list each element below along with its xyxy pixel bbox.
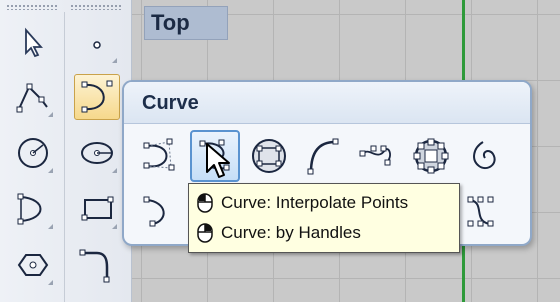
ellipse-icon [81,142,113,164]
select-arrow-icon [25,27,43,58]
polygon-button[interactable] [10,242,56,288]
curve-on-mesh-icon [252,139,286,173]
blend-curve-icon [143,196,165,227]
polyline-icon [16,83,48,113]
fillet-curve-button[interactable] [74,242,120,288]
flyout-indicator-icon [48,224,53,229]
handle-curve-button[interactable] [456,186,506,238]
flyout-indicator-icon [48,280,53,285]
tooltip-right-click-text: Curve: by Handles [221,223,361,242]
flyout-indicator-icon [112,168,117,173]
tooltip: Curve: Interpolate Points Curve: by Hand… [188,183,460,253]
curve-on-mesh-button[interactable] [244,130,294,182]
viewport-title[interactable]: Top [144,6,228,40]
curve-button[interactable] [74,74,120,120]
handle-curve-icon [467,196,494,227]
toolbar-grip[interactable] [6,4,58,10]
sketch-curve-button[interactable] [352,130,402,182]
fillet-curve-icon [79,249,110,283]
helix-button[interactable] [460,130,510,182]
circle-button[interactable] [10,130,56,176]
right-mouse-button-icon [197,223,213,243]
circle-points-button[interactable] [406,130,456,182]
helix-icon [473,141,496,170]
arc-icon [17,193,42,225]
toolbar-divider [64,12,65,302]
select-arrow-button[interactable] [10,20,56,66]
circle-icon [18,138,48,168]
tooltip-left-click-text: Curve: Interpolate Points [221,193,409,212]
mouse-cursor-icon [206,143,230,178]
polygon-icon [17,254,49,276]
flyout-indicator-icon [112,58,117,63]
point-icon [93,41,101,49]
curve-icon [81,80,113,113]
point-button[interactable] [74,20,120,66]
blend-curve-button[interactable] [136,186,186,238]
toolbar-grip[interactable] [70,4,122,10]
sketch-curve-icon [359,145,391,166]
control-point-curve-icon [143,138,175,171]
ellipse-button[interactable] [74,130,120,176]
arc-curve-button[interactable] [298,130,348,182]
flyout-indicator-icon [48,112,53,117]
control-point-curve-button[interactable] [136,130,186,182]
left-mouse-button-icon [197,193,213,213]
left-toolbar [0,0,132,302]
flyout-row [136,130,510,184]
flyout-header[interactable]: Curve [124,82,530,124]
polyline-button[interactable] [10,74,56,120]
tooltip-right-click-line: Curve: by Handles [197,218,451,248]
tooltip-left-click-line: Curve: Interpolate Points [197,188,451,218]
arc-curve-icon [307,138,339,175]
arc-button[interactable] [10,186,56,232]
rectangle-button[interactable] [74,186,120,232]
rectangle-icon [81,196,114,221]
flyout-title: Curve [142,92,199,114]
flyout-indicator-icon [48,168,53,173]
flyout-indicator-icon [112,224,117,229]
circle-points-icon [413,138,449,174]
